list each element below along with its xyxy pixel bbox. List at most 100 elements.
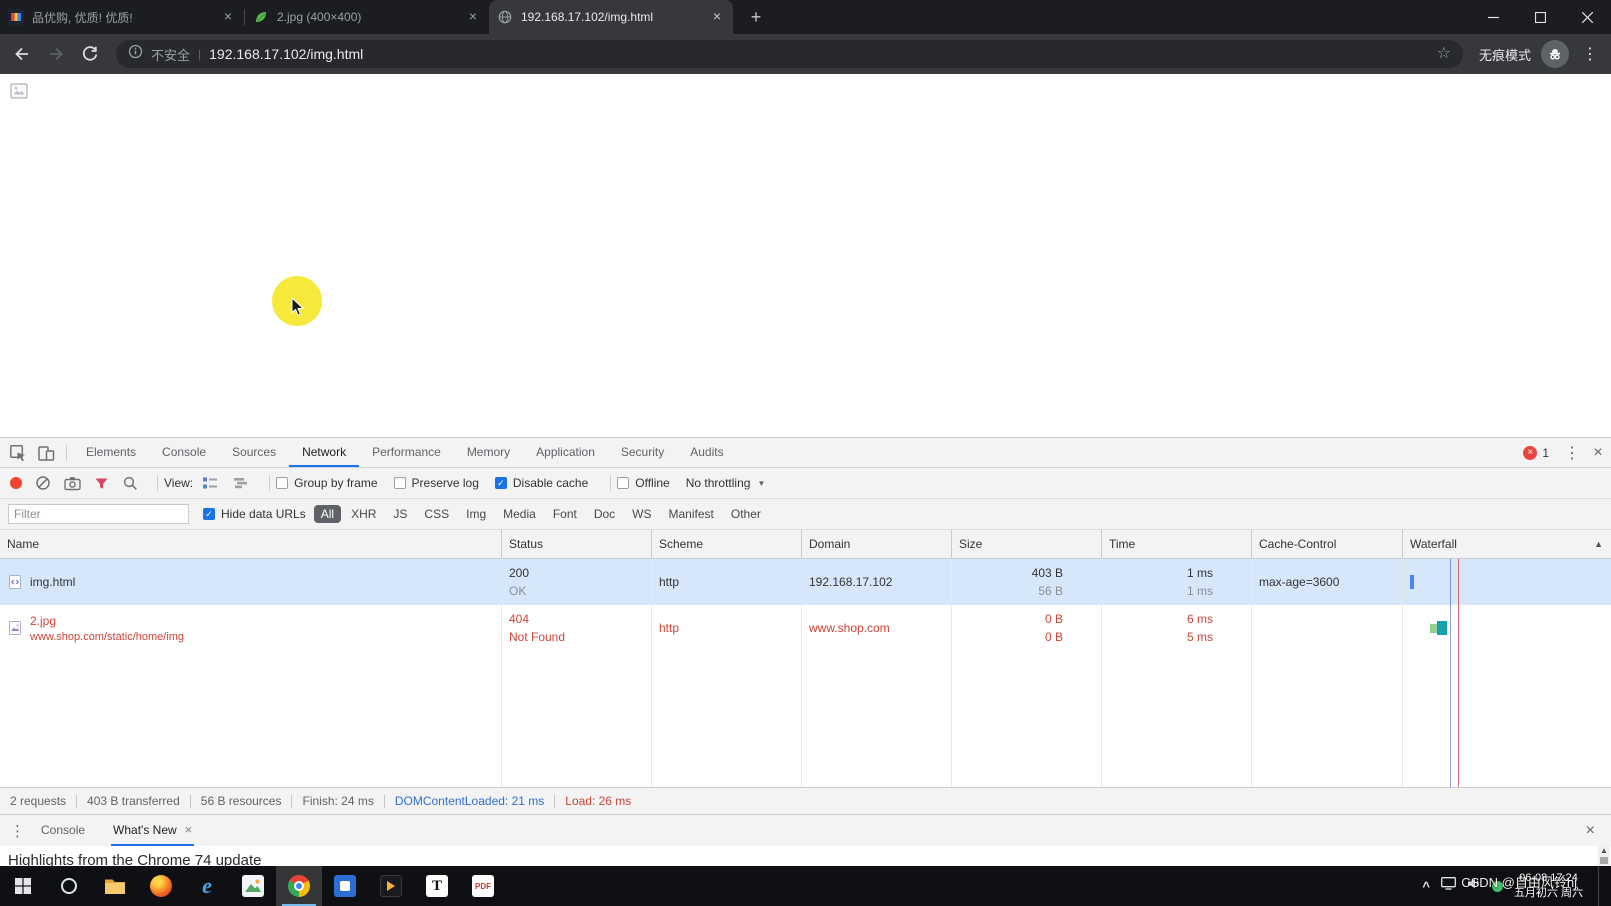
filter-pill-doc[interactable]: Doc	[587, 505, 622, 523]
scheme: http	[652, 605, 802, 651]
preserve-log-checkbox[interactable]: Preserve log	[394, 476, 479, 490]
error-icon: ×	[1523, 446, 1537, 460]
blue-app-icon[interactable]	[322, 866, 368, 906]
tab-sources[interactable]: Sources	[219, 438, 289, 467]
close-tab-icon[interactable]: ×	[185, 822, 193, 837]
browser-toolbar: 不安全 | 192.168.17.102/img.html ☆ 无痕模式 ⋮	[0, 34, 1611, 74]
column-header-scheme[interactable]: Scheme	[652, 530, 802, 558]
filter-pill-ws[interactable]: WS	[625, 505, 658, 523]
close-window-button[interactable]	[1564, 0, 1611, 34]
image-file-icon	[7, 620, 23, 636]
tab-close-icon[interactable]: ×	[709, 9, 725, 25]
filter-pill-all[interactable]: All	[314, 505, 341, 523]
tray-expand-icon[interactable]: ^	[1422, 879, 1430, 894]
drawer-tab-console[interactable]: Console	[39, 815, 87, 846]
start-button[interactable]	[0, 866, 46, 906]
tab-2jpg[interactable]: 2.jpg (400×400) ×	[245, 0, 489, 34]
show-desktop-button[interactable]	[1598, 866, 1605, 906]
drawer-close-icon[interactable]: ×	[1586, 822, 1595, 840]
overview-toggle-icon[interactable]	[232, 474, 250, 492]
tab-security[interactable]: Security	[608, 438, 677, 467]
security-label[interactable]: 不安全	[151, 45, 190, 64]
forward-button[interactable]	[40, 38, 72, 70]
drawer-menu-icon[interactable]: ⋮	[10, 822, 25, 840]
disable-cache-checkbox[interactable]: ✓Disable cache	[495, 476, 588, 490]
filter-pill-xhr[interactable]: XHR	[344, 505, 383, 523]
filter-input[interactable]	[8, 504, 189, 524]
tab-network[interactable]: Network	[289, 438, 359, 467]
device-toolbar-icon[interactable]	[32, 439, 60, 467]
group-by-frame-checkbox[interactable]: Group by frame	[276, 476, 377, 490]
filter-pill-font[interactable]: Font	[546, 505, 584, 523]
tab-pinyougou[interactable]: 品优购, 优质! 优质! ×	[0, 0, 244, 34]
filter-funnel-icon[interactable]	[94, 476, 109, 491]
network-icon[interactable]	[1441, 877, 1456, 895]
image-favicon	[253, 9, 269, 25]
column-header-time[interactable]: Time	[1102, 530, 1252, 558]
filter-pill-media[interactable]: Media	[496, 505, 543, 523]
pdf-app-icon[interactable]: PDF	[460, 866, 506, 906]
record-button[interactable]	[10, 477, 22, 489]
minimize-button[interactable]	[1470, 0, 1517, 34]
scroll-up-icon[interactable]: ▲	[1600, 846, 1608, 856]
address-bar[interactable]: 不安全 | 192.168.17.102/img.html ☆	[116, 40, 1463, 68]
click-highlight-circle	[272, 276, 322, 326]
url-text[interactable]: 192.168.17.102/img.html	[209, 46, 1429, 62]
table-row-img-html[interactable]: img.html 200 OK http 192.168.17.102 403 …	[0, 559, 1611, 605]
tab-performance[interactable]: Performance	[359, 438, 454, 467]
large-rows-toggle-icon[interactable]	[201, 474, 219, 492]
drawer-tab-bar: ⋮ Console What's New × ×	[0, 814, 1611, 846]
photos-app-icon[interactable]	[230, 866, 276, 906]
tab-elements[interactable]: Elements	[73, 438, 149, 467]
offline-checkbox[interactable]: Offline	[617, 476, 669, 490]
incognito-avatar-icon[interactable]	[1541, 40, 1569, 68]
tab-memory[interactable]: Memory	[454, 438, 523, 467]
column-header-waterfall[interactable]: Waterfall ▲	[1403, 530, 1611, 558]
new-tab-button[interactable]: +	[743, 4, 769, 30]
table-row-2jpg[interactable]: 2.jpg www.shop.com/static/home/img 404 N…	[0, 605, 1611, 651]
column-header-cache-control[interactable]: Cache-Control	[1252, 530, 1403, 558]
search-icon[interactable]	[122, 475, 138, 491]
filter-pill-img[interactable]: Img	[459, 505, 493, 523]
capture-screenshots-icon[interactable]	[64, 476, 81, 491]
drawer-tab-whats-new[interactable]: What's New ×	[111, 815, 194, 846]
devtools-close-icon[interactable]: ×	[1585, 444, 1611, 462]
column-header-status[interactable]: Status	[502, 530, 652, 558]
back-button[interactable]	[6, 38, 38, 70]
tab-close-icon[interactable]: ×	[465, 9, 481, 25]
tab-application[interactable]: Application	[523, 438, 608, 467]
media-player-icon[interactable]	[368, 866, 414, 906]
maximize-button[interactable]	[1517, 0, 1564, 34]
tab-close-icon[interactable]: ×	[220, 9, 236, 25]
bookmark-star-icon[interactable]: ☆	[1437, 46, 1451, 62]
filter-pill-manifest[interactable]: Manifest	[662, 505, 721, 523]
refresh-button[interactable]	[74, 38, 106, 70]
tab-img-html-active[interactable]: 192.168.17.102/img.html ×	[489, 0, 733, 34]
inspect-element-icon[interactable]	[4, 439, 32, 467]
browser-tab-strip: 品优购, 优质! 优质! × 2.jpg (400×400) × 192.168…	[0, 0, 1611, 34]
scrollbar[interactable]: ▲	[1598, 846, 1610, 867]
tab-console[interactable]: Console	[149, 438, 219, 467]
filter-pill-other[interactable]: Other	[724, 505, 768, 523]
chrome-icon[interactable]	[276, 866, 322, 906]
error-count-badge[interactable]: × 1	[1523, 446, 1549, 460]
info-icon[interactable]	[128, 44, 143, 64]
network-summary-bar: 2 requests 403 B transferred 56 B resour…	[0, 787, 1611, 814]
browser-menu-icon[interactable]: ⋮	[1579, 44, 1601, 64]
throttling-dropdown[interactable]: No throttling ▼	[686, 476, 766, 490]
firefox-icon[interactable]	[138, 866, 184, 906]
devtools-menu-icon[interactable]: ⋮	[1559, 443, 1585, 463]
internet-explorer-icon[interactable]: e	[184, 866, 230, 906]
file-explorer-icon[interactable]	[92, 866, 138, 906]
cortana-search-icon[interactable]	[46, 866, 92, 906]
hide-data-urls-checkbox[interactable]: ✓Hide data URLs	[203, 507, 306, 521]
column-header-name[interactable]: Name	[0, 530, 502, 558]
column-header-domain[interactable]: Domain	[802, 530, 952, 558]
filter-pill-js[interactable]: JS	[386, 505, 414, 523]
tab-audits[interactable]: Audits	[677, 438, 736, 467]
typora-icon[interactable]: T	[414, 866, 460, 906]
scrollbar-thumb[interactable]	[1600, 857, 1608, 864]
filter-pill-css[interactable]: CSS	[417, 505, 456, 523]
column-header-size[interactable]: Size	[952, 530, 1102, 558]
clear-button[interactable]	[35, 475, 51, 491]
